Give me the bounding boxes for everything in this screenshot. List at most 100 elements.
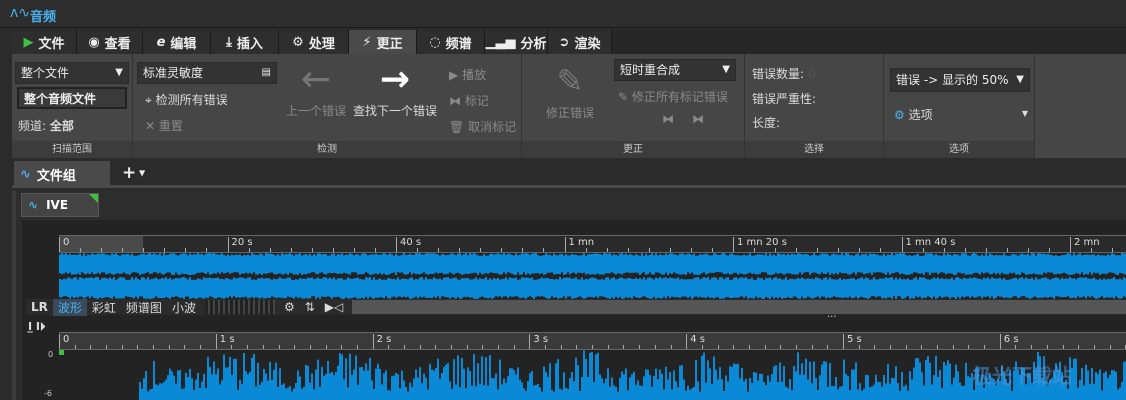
gear-icon[interactable]: ⚙ bbox=[279, 300, 300, 314]
play-button[interactable]: ▶ 播放 bbox=[449, 66, 486, 83]
expand-left-button[interactable]: ⧓ bbox=[662, 112, 674, 126]
ruler-tick bbox=[984, 345, 986, 349]
tab-analysis[interactable]: ▁▃▅ 分析 bbox=[485, 30, 548, 54]
overview-ruler[interactable]: 0 20 s 40 s1 mn 1 mn 20 s1 mn 40 s2 mn bbox=[59, 235, 1126, 253]
track-label: IVE bbox=[46, 198, 69, 212]
ruler-tick bbox=[1027, 248, 1029, 252]
range-dropdown[interactable]: 整个文件 ▼ bbox=[15, 62, 129, 84]
tab-insert[interactable]: ⤓ 插入 bbox=[211, 30, 279, 54]
expand-right-button[interactable]: ⧓ bbox=[692, 112, 704, 126]
ruler-tick bbox=[122, 248, 124, 252]
ruler-tick bbox=[686, 345, 688, 349]
ruler-tick bbox=[859, 248, 861, 252]
ruler-tick bbox=[560, 345, 562, 349]
ruler-tick bbox=[874, 345, 876, 349]
find-next-error-button[interactable]: → 查找下一个错误 bbox=[351, 58, 439, 119]
ruler-label: 2 mn bbox=[1070, 237, 1100, 252]
ruler-tick bbox=[1006, 248, 1008, 252]
ruler-tick bbox=[811, 345, 813, 349]
overview-waveform[interactable] bbox=[59, 253, 1126, 299]
ruler-tick bbox=[501, 248, 503, 252]
ruler-tick bbox=[690, 248, 692, 252]
track-button[interactable]: ∿ IVE bbox=[21, 193, 99, 217]
main-ruler[interactable]: 01 s2 s3 s4 s5 s6 s bbox=[59, 332, 1126, 350]
wavelab-logo-icon: ▶ bbox=[23, 34, 34, 50]
lightning-icon: ⚡ bbox=[362, 34, 372, 50]
ribbon-tabs: ▶ 文件 ◉ 查看 e 编辑 ⤓ 插入 ⚙ 处理 ⚡ 更正 ◌ 频谱 ▁▃▅ 分析 ➲ 渲染 bbox=[12, 30, 1126, 54]
range-value: 整个文件 bbox=[21, 66, 70, 80]
ruler-tick bbox=[290, 248, 292, 252]
tab-file-group[interactable]: ∿ 文件组 bbox=[14, 161, 110, 188]
scope-button[interactable]: 整个音频文件 bbox=[17, 87, 127, 109]
mode-waveform[interactable]: 波形 bbox=[52, 298, 87, 316]
add-tab-button[interactable]: + ▼ bbox=[122, 163, 145, 183]
ruler-tick bbox=[748, 345, 750, 349]
ruler-tick bbox=[1070, 248, 1071, 252]
eye-icon: ◉ bbox=[88, 34, 100, 50]
splitter-handle[interactable]: ... bbox=[827, 309, 837, 320]
bar-chart-icon: ▁▃▅ bbox=[485, 34, 516, 50]
ruler-tick bbox=[733, 345, 735, 349]
preset-icon: ▤ bbox=[261, 67, 271, 78]
ruler-tick bbox=[1112, 248, 1114, 252]
method-value: 短时重合成 bbox=[620, 63, 681, 77]
mark-button[interactable]: ⧓ 标记 bbox=[449, 92, 489, 109]
chevron-down-icon: ▼ bbox=[1016, 74, 1024, 85]
fix-all-button[interactable]: ✎ 修正所有标记错误 bbox=[618, 88, 728, 105]
tab-view[interactable]: ◉ 查看 bbox=[77, 30, 143, 54]
tab-file[interactable]: ▶ 文件 bbox=[12, 30, 77, 54]
display-dropdown[interactable]: 错误 -> 显示的 50% ▼ bbox=[890, 68, 1030, 92]
audio-wave-icon: ∿ bbox=[20, 167, 31, 182]
ruler-tick bbox=[817, 248, 819, 252]
tab-process[interactable]: ⚙ 处理 bbox=[279, 30, 349, 54]
reset-label: 重置 bbox=[158, 119, 183, 133]
chevron-down-icon: ▼ bbox=[136, 168, 146, 178]
ruler-label: 1 mn bbox=[564, 237, 594, 252]
mode-rainbow[interactable]: 彩虹 bbox=[87, 299, 121, 316]
detect-all-button[interactable]: ⌖ 检测所有错误 bbox=[145, 91, 228, 108]
ruler-tick bbox=[796, 248, 798, 252]
ruler-tick bbox=[1015, 345, 1017, 349]
ruler-tick bbox=[999, 345, 1001, 349]
channel-lr-button[interactable]: LR bbox=[26, 300, 53, 314]
ruler-tick bbox=[943, 248, 945, 252]
tab-edit[interactable]: e 编辑 bbox=[143, 30, 211, 54]
display-value: 错误 -> 显示的 50% bbox=[896, 73, 1009, 87]
mode-spectrogram[interactable]: 频谱图 bbox=[121, 299, 167, 316]
fix-label: 修正错误 bbox=[545, 106, 594, 120]
mode-wavelet[interactable]: 小波 bbox=[167, 299, 201, 316]
method-dropdown[interactable]: 短时重合成 ▼ bbox=[614, 59, 736, 81]
tab-label: 渲染 bbox=[574, 36, 601, 52]
tab-label: 频谱 bbox=[445, 36, 472, 52]
channel-selector[interactable]: 频道: 全部 bbox=[18, 117, 74, 134]
swap-icon[interactable]: ⇅ bbox=[300, 300, 320, 314]
ruler-tick bbox=[585, 248, 587, 252]
tab-render[interactable]: ➲ 渲染 bbox=[548, 30, 612, 54]
tab-label: 查看 bbox=[104, 36, 131, 52]
audio-wave-icon: ∿ bbox=[28, 198, 39, 212]
horizontal-scrollbar[interactable] bbox=[352, 300, 1126, 314]
ruler-tick bbox=[639, 345, 641, 349]
reset-button[interactable]: ✕ 重置 bbox=[145, 117, 183, 134]
fix-error-button[interactable]: ✎ 修正错误 bbox=[532, 58, 608, 121]
speaker-icon[interactable]: ▶◁ bbox=[320, 300, 348, 314]
sensitivity-dropdown[interactable]: 标准灵敏度 ▤ bbox=[137, 62, 277, 84]
tab-spectrum[interactable]: ◌ 频谱 bbox=[417, 30, 485, 54]
mark-label: 标记 bbox=[464, 94, 489, 108]
severity-label: 错误严重性: bbox=[752, 92, 817, 106]
tab-correct[interactable]: ⚡ 更正 bbox=[349, 30, 417, 54]
ruler-tick bbox=[1109, 345, 1111, 349]
ruler-tick bbox=[968, 345, 970, 349]
ruler-label: 0 bbox=[59, 237, 69, 252]
ruler-tick bbox=[606, 248, 608, 252]
zoom-vertical-icon[interactable]: I̲ I⏵ bbox=[28, 320, 46, 334]
level-meter[interactable] bbox=[204, 300, 275, 314]
ruler-tick bbox=[137, 345, 139, 349]
options-button[interactable]: ⚙ 选项 ▼ bbox=[894, 106, 1028, 123]
ruler-tick bbox=[262, 345, 264, 349]
unmark-button[interactable]: 🗑 取消标记 bbox=[449, 118, 516, 135]
main-waveform[interactable] bbox=[59, 350, 1126, 400]
group-label: 选择 bbox=[745, 141, 883, 158]
prev-error-button[interactable]: ← 上一个错误 bbox=[283, 58, 349, 119]
ruler-tick bbox=[374, 248, 376, 252]
